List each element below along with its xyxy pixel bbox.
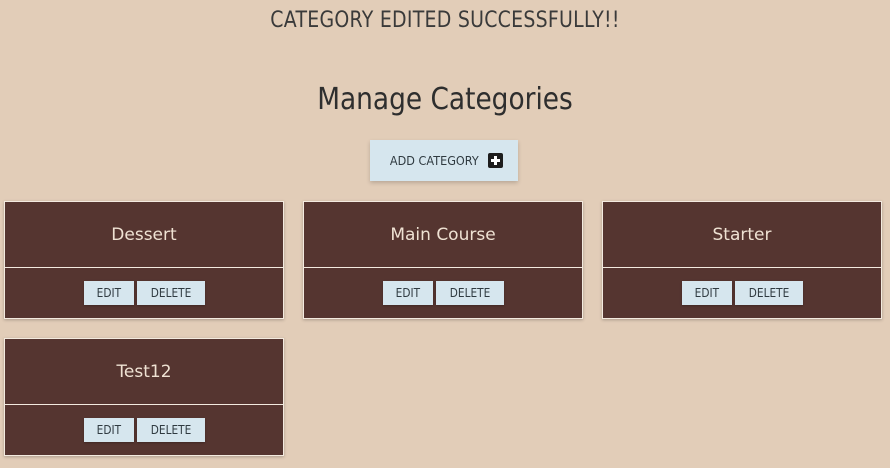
- delete-button-label: DELETE: [748, 286, 789, 300]
- flash-message: CATEGORY EDITED SUCCESSFULLY!!: [270, 8, 620, 33]
- category-card: Test12 EDIT DELETE: [4, 338, 284, 456]
- add-category-label: ADD CATEGORY: [390, 153, 479, 168]
- category-actions: EDIT DELETE: [304, 268, 582, 318]
- edit-button-label: EDIT: [694, 286, 719, 300]
- category-name: Starter: [603, 202, 881, 268]
- edit-button[interactable]: EDIT: [382, 281, 433, 305]
- edit-button-label: EDIT: [96, 286, 121, 300]
- edit-button[interactable]: EDIT: [83, 281, 134, 305]
- edit-button-label: EDIT: [395, 286, 420, 300]
- category-card: Main Course EDIT DELETE: [303, 201, 583, 319]
- delete-button[interactable]: DELETE: [136, 281, 205, 305]
- category-name: Main Course: [304, 202, 582, 268]
- delete-button[interactable]: DELETE: [435, 281, 504, 305]
- plus-square-icon: [487, 153, 503, 168]
- page-title: Manage Categories: [317, 82, 573, 117]
- delete-button-label: DELETE: [150, 286, 191, 300]
- category-card: Starter EDIT DELETE: [602, 201, 882, 319]
- category-name: Test12: [5, 339, 283, 405]
- edit-button-label: EDIT: [96, 423, 121, 437]
- edit-button[interactable]: EDIT: [83, 418, 134, 442]
- category-actions: EDIT DELETE: [5, 405, 283, 455]
- delete-button-label: DELETE: [150, 423, 191, 437]
- category-actions: EDIT DELETE: [603, 268, 881, 318]
- category-card: Dessert EDIT DELETE: [4, 201, 284, 319]
- category-actions: EDIT DELETE: [5, 268, 283, 318]
- edit-button[interactable]: EDIT: [681, 281, 732, 305]
- category-name: Dessert: [5, 202, 283, 268]
- add-category-button[interactable]: ADD CATEGORY: [370, 140, 518, 181]
- delete-button[interactable]: DELETE: [136, 418, 205, 442]
- delete-button[interactable]: DELETE: [734, 281, 803, 305]
- delete-button-label: DELETE: [449, 286, 490, 300]
